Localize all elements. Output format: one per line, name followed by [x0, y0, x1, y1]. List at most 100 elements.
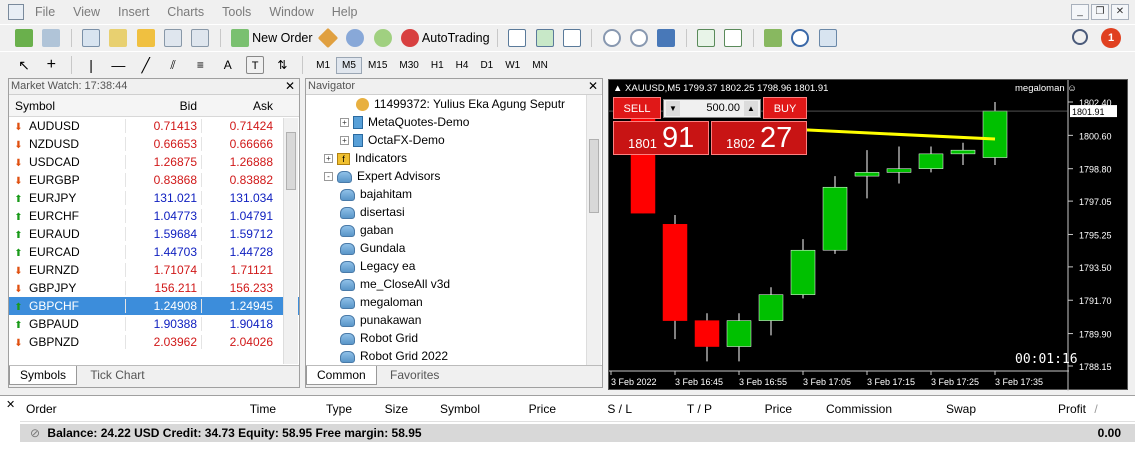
timeframe-mn[interactable]: MN: [526, 57, 554, 74]
col-symbol[interactable]: Symbol: [408, 402, 480, 416]
timeframe-h1[interactable]: H1: [425, 57, 450, 74]
search-icon[interactable]: [1072, 29, 1088, 45]
expert-advisor-item[interactable]: Gundala: [340, 239, 405, 257]
market-watch-row[interactable]: ⬆ GBPCHF 1.24908 1.24945: [9, 297, 299, 315]
app-icon[interactable]: [8, 4, 24, 20]
horizontal-line-icon[interactable]: —: [109, 56, 127, 74]
tab-favorites[interactable]: Favorites: [380, 366, 449, 384]
templates-icon[interactable]: [818, 29, 837, 47]
menu-help[interactable]: Help: [323, 0, 367, 24]
market-watch-row[interactable]: ⬇ GBPJPY 156.211 156.233: [9, 279, 299, 297]
menu-window[interactable]: Window: [260, 0, 322, 24]
market-watch-scrollbar[interactable]: [283, 118, 298, 364]
navigator-icon[interactable]: [136, 29, 155, 47]
chart-shift-icon[interactable]: [724, 29, 743, 47]
candlestick-icon[interactable]: [535, 29, 554, 47]
timeframe-w1[interactable]: W1: [499, 57, 526, 74]
crosshair-nav-icon[interactable]: [109, 29, 128, 47]
expert-advisor-item[interactable]: Robot Grid 2022: [340, 347, 448, 365]
col-size[interactable]: Size: [352, 402, 408, 416]
expert-advisor-item[interactable]: gaban: [340, 221, 393, 239]
navigator-item[interactable]: + MetaQuotes-Demo: [340, 113, 469, 131]
market-watch-row[interactable]: ⬆ EURCAD 1.44703 1.44728: [9, 243, 299, 261]
expert-advisor-item[interactable]: Legacy ea: [340, 257, 415, 275]
volume-down-icon[interactable]: ▼: [666, 101, 680, 116]
text-label-icon[interactable]: T: [246, 56, 265, 74]
trendline-icon[interactable]: ╱: [137, 56, 155, 74]
market-watch-row[interactable]: ⬆ EURJPY 131.021 131.034: [9, 189, 299, 207]
menu-insert[interactable]: Insert: [109, 0, 158, 24]
new-order-button[interactable]: New Order: [228, 29, 313, 47]
timeframe-m1[interactable]: M1: [310, 57, 336, 74]
col-sl[interactable]: S / L: [556, 402, 632, 416]
new-chart-icon[interactable]: [15, 29, 33, 47]
col-price-current[interactable]: Price: [712, 402, 792, 416]
col-type[interactable]: Type: [276, 402, 352, 416]
menu-charts[interactable]: Charts: [158, 0, 213, 24]
navigator-item[interactable]: + f Indicators: [324, 149, 407, 167]
expert-advisor-item[interactable]: bajahitam: [340, 185, 412, 203]
menu-tools[interactable]: Tools: [213, 0, 260, 24]
tab-symbols[interactable]: Symbols: [9, 366, 78, 385]
sell-button[interactable]: SELL: [613, 97, 661, 119]
buy-button[interactable]: BUY: [763, 97, 807, 119]
tree-expander-icon[interactable]: +: [340, 136, 349, 146]
col-time[interactable]: Time: [200, 402, 276, 416]
auto-scroll-icon[interactable]: [696, 29, 715, 47]
col-commission[interactable]: Commission: [792, 402, 892, 416]
close-terminal-icon[interactable]: ✕: [6, 398, 15, 411]
expert-advisor-item[interactable]: Robot Grid: [340, 329, 418, 347]
zoom-out-icon[interactable]: [629, 29, 648, 47]
indicators-icon[interactable]: [764, 29, 783, 47]
signal-icon[interactable]: [373, 29, 392, 47]
expert-advisor-item[interactable]: disertasi: [340, 203, 405, 221]
arrows-icon[interactable]: ⇅: [273, 56, 291, 74]
col-order[interactable]: Order: [20, 402, 200, 416]
bar-chart-icon[interactable]: [508, 29, 527, 47]
close-navigator-icon[interactable]: ✕: [588, 79, 598, 94]
col-price[interactable]: Price: [480, 402, 556, 416]
fibo-retracement-icon[interactable]: ≡: [191, 56, 209, 74]
buy-price-box[interactable]: 1802 27: [711, 121, 807, 155]
close-window-button[interactable]: ✕: [1111, 4, 1129, 20]
terminal-icon[interactable]: [164, 29, 183, 47]
user-icon[interactable]: [346, 29, 365, 47]
balance-row[interactable]: ⊘ Balance: 24.22 USD Credit: 34.73 Equit…: [20, 424, 1135, 442]
tree-expander-icon[interactable]: -: [324, 172, 333, 182]
expert-advisor-item[interactable]: me_CloseAll v3d: [340, 275, 450, 293]
navigator-scrollbar[interactable]: [586, 95, 601, 365]
navigator-item[interactable]: - Expert Advisors: [324, 167, 440, 185]
timeframe-h4[interactable]: H4: [450, 57, 475, 74]
navigator-item[interactable]: 11499372: Yulius Eka Agung Seputr: [356, 95, 565, 113]
autotrading-button[interactable]: AutoTrading: [398, 29, 490, 47]
col-swap[interactable]: Swap: [892, 402, 976, 416]
tab-common[interactable]: Common: [306, 366, 377, 385]
crosshair-icon[interactable]: +: [42, 56, 60, 74]
notification-badge[interactable]: 1: [1101, 28, 1121, 48]
minimize-button[interactable]: _: [1071, 4, 1089, 20]
timeframe-m5[interactable]: M5: [336, 56, 362, 74]
zoom-in-icon[interactable]: [602, 29, 621, 47]
scroll-thumb[interactable]: [589, 139, 599, 213]
profiles-icon[interactable]: [42, 29, 61, 47]
market-watch-row[interactable]: ⬇ NZDUSD 0.66653 0.66666: [9, 135, 299, 153]
strategy-tester-icon[interactable]: [191, 29, 210, 47]
navigator-item[interactable]: + OctaFX-Demo: [340, 131, 445, 149]
col-bid[interactable]: Bid: [125, 99, 201, 113]
market-watch-row[interactable]: ⬇ USDCAD 1.26875 1.26888: [9, 153, 299, 171]
tree-expander-icon[interactable]: +: [324, 154, 333, 164]
fibo-fan-icon[interactable]: ⫽: [164, 56, 182, 74]
menu-view[interactable]: View: [64, 0, 109, 24]
timeframe-d1[interactable]: D1: [474, 57, 499, 74]
close-market-watch-icon[interactable]: ✕: [285, 79, 295, 94]
market-watch-row[interactable]: ⬇ GBPNZD 2.03962 2.04026: [9, 333, 299, 351]
col-tp[interactable]: T / P: [632, 402, 712, 416]
tree-expander-icon[interactable]: +: [340, 118, 349, 128]
tile-windows-icon[interactable]: [657, 29, 676, 47]
metaeditor-icon[interactable]: [317, 27, 339, 49]
expert-advisor-item[interactable]: megaloman: [340, 293, 423, 311]
restore-button[interactable]: ❐: [1091, 4, 1109, 20]
timeframe-m15[interactable]: M15: [362, 57, 393, 74]
expert-advisor-item[interactable]: punakawan: [340, 311, 421, 329]
market-watch-row[interactable]: ⬇ EURNZD 1.71074 1.71121: [9, 261, 299, 279]
